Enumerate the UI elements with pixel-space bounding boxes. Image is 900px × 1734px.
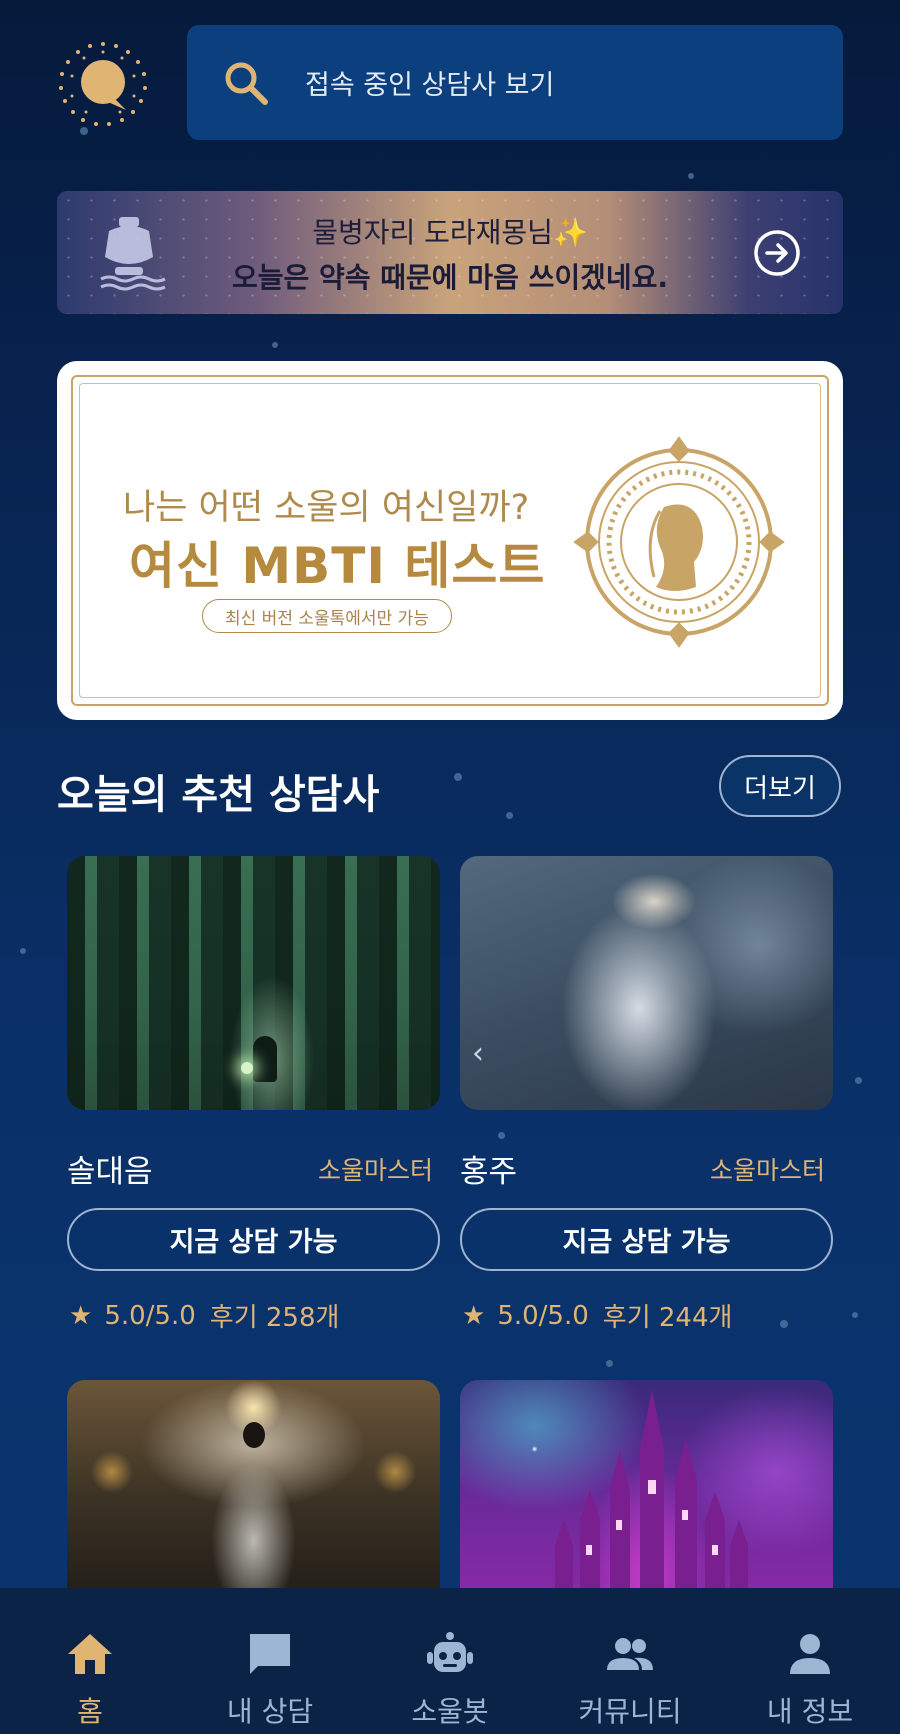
review-count: 후기 244개: [602, 1303, 733, 1333]
counselor-image-purple-castle[interactable]: [460, 1380, 833, 1610]
available-now-button[interactable]: 지금 상담 가능: [67, 1208, 440, 1271]
golden-angel-image: [243, 1422, 265, 1448]
star-icon: ★: [69, 1300, 93, 1331]
promo-pill: 최신 버전 소울톡에서만 가능: [202, 599, 452, 633]
bottom-nav: 홈 내 상담 소울봇 커뮤니티 내 정보: [0, 1588, 900, 1734]
nav-item-my-counsel[interactable]: 내 상담: [180, 1588, 360, 1734]
counselor-name: 솔대음: [67, 1154, 153, 1190]
app-logo[interactable]: [56, 36, 150, 130]
nav-label: 소울봇: [411, 1695, 489, 1728]
sparkle-icon: ✨: [552, 216, 588, 249]
available-now-button[interactable]: 지금 상담 가능: [460, 1208, 833, 1271]
promo-title: 여신 MBTI 테스트: [129, 537, 546, 595]
rating-score: 5.0/5.0: [104, 1300, 196, 1331]
person-icon: [790, 1634, 830, 1674]
background-star: [606, 1360, 613, 1367]
counselor-grade: 소울마스터: [710, 1156, 826, 1185]
counselor-rating: ★ 5.0/5.0 후기 244개: [462, 1297, 732, 1334]
background-star: [20, 948, 26, 954]
nav-label: 내 상담: [226, 1695, 314, 1728]
forest-girl-image: [253, 1036, 277, 1082]
rating-score: 5.0/5.0: [497, 1300, 589, 1331]
background-star: [506, 812, 513, 819]
section-title: 오늘의 추천 상담사: [57, 772, 380, 818]
background-star: [498, 1132, 505, 1139]
goddess-emblem-icon: [573, 436, 785, 648]
nav-label: 커뮤니티: [578, 1695, 682, 1728]
nav-label: 홈: [77, 1695, 103, 1728]
nav-label: 내 정보: [766, 1695, 854, 1728]
background-star: [852, 1312, 858, 1318]
background-star: [855, 1077, 862, 1084]
more-button[interactable]: 더보기: [719, 755, 841, 817]
chat-icon: [250, 1634, 290, 1674]
background-star: [454, 773, 462, 781]
home-icon: [68, 1634, 112, 1674]
people-icon: [607, 1638, 653, 1670]
background-star: [272, 342, 278, 348]
nav-item-soulbot[interactable]: 소울봇: [360, 1588, 540, 1734]
counselor-rating: ★ 5.0/5.0 후기 258개: [69, 1297, 339, 1334]
background-star: [688, 173, 694, 179]
mbti-test-banner[interactable]: 나는 어떤 소울의 여신일까? 여신 MBTI 테스트 최신 버전 소울톡에서만…: [57, 361, 843, 720]
search-placeholder: 접속 중인 상담사 보기: [305, 70, 555, 101]
robot-icon: [427, 1632, 473, 1672]
nav-item-home[interactable]: 홈: [0, 1588, 180, 1734]
arrow-right-circle-icon[interactable]: [753, 229, 801, 277]
counselor-image-golden-angel[interactable]: [67, 1380, 440, 1610]
purple-castle-image: [555, 1390, 748, 1610]
speech-bubble-logo-icon: [59, 42, 147, 126]
horoscope-message: 오늘은 약속 때문에 마음 쓰이겠네요.: [231, 261, 669, 294]
counselor-image-white-angel[interactable]: ‹: [460, 856, 833, 1110]
horoscope-title-text: 물병자리 도라재몽님: [312, 216, 553, 249]
search-icon: [225, 62, 268, 105]
background-star: [780, 1320, 788, 1328]
counselor-grade: 소울마스터: [318, 1156, 434, 1185]
nav-item-my-info[interactable]: 내 정보: [720, 1588, 900, 1734]
review-count: 후기 258개: [209, 1303, 340, 1333]
horoscope-banner[interactable]: 물병자리 도라재몽님✨ 오늘은 약속 때문에 마음 쓰이겠네요.: [57, 191, 843, 314]
promo-question: 나는 어떤 소울의 여신일까?: [123, 488, 530, 528]
horoscope-title: 물병자리 도라재몽님✨: [57, 211, 843, 251]
counselor-image-forest-girl[interactable]: [67, 856, 440, 1110]
nav-item-community[interactable]: 커뮤니티: [540, 1588, 720, 1734]
white-angel-image: ‹: [472, 1036, 484, 1071]
counselor-name: 홍주: [460, 1154, 518, 1190]
star-icon: ★: [462, 1300, 486, 1331]
search-bar[interactable]: 접속 중인 상담사 보기: [187, 25, 843, 140]
